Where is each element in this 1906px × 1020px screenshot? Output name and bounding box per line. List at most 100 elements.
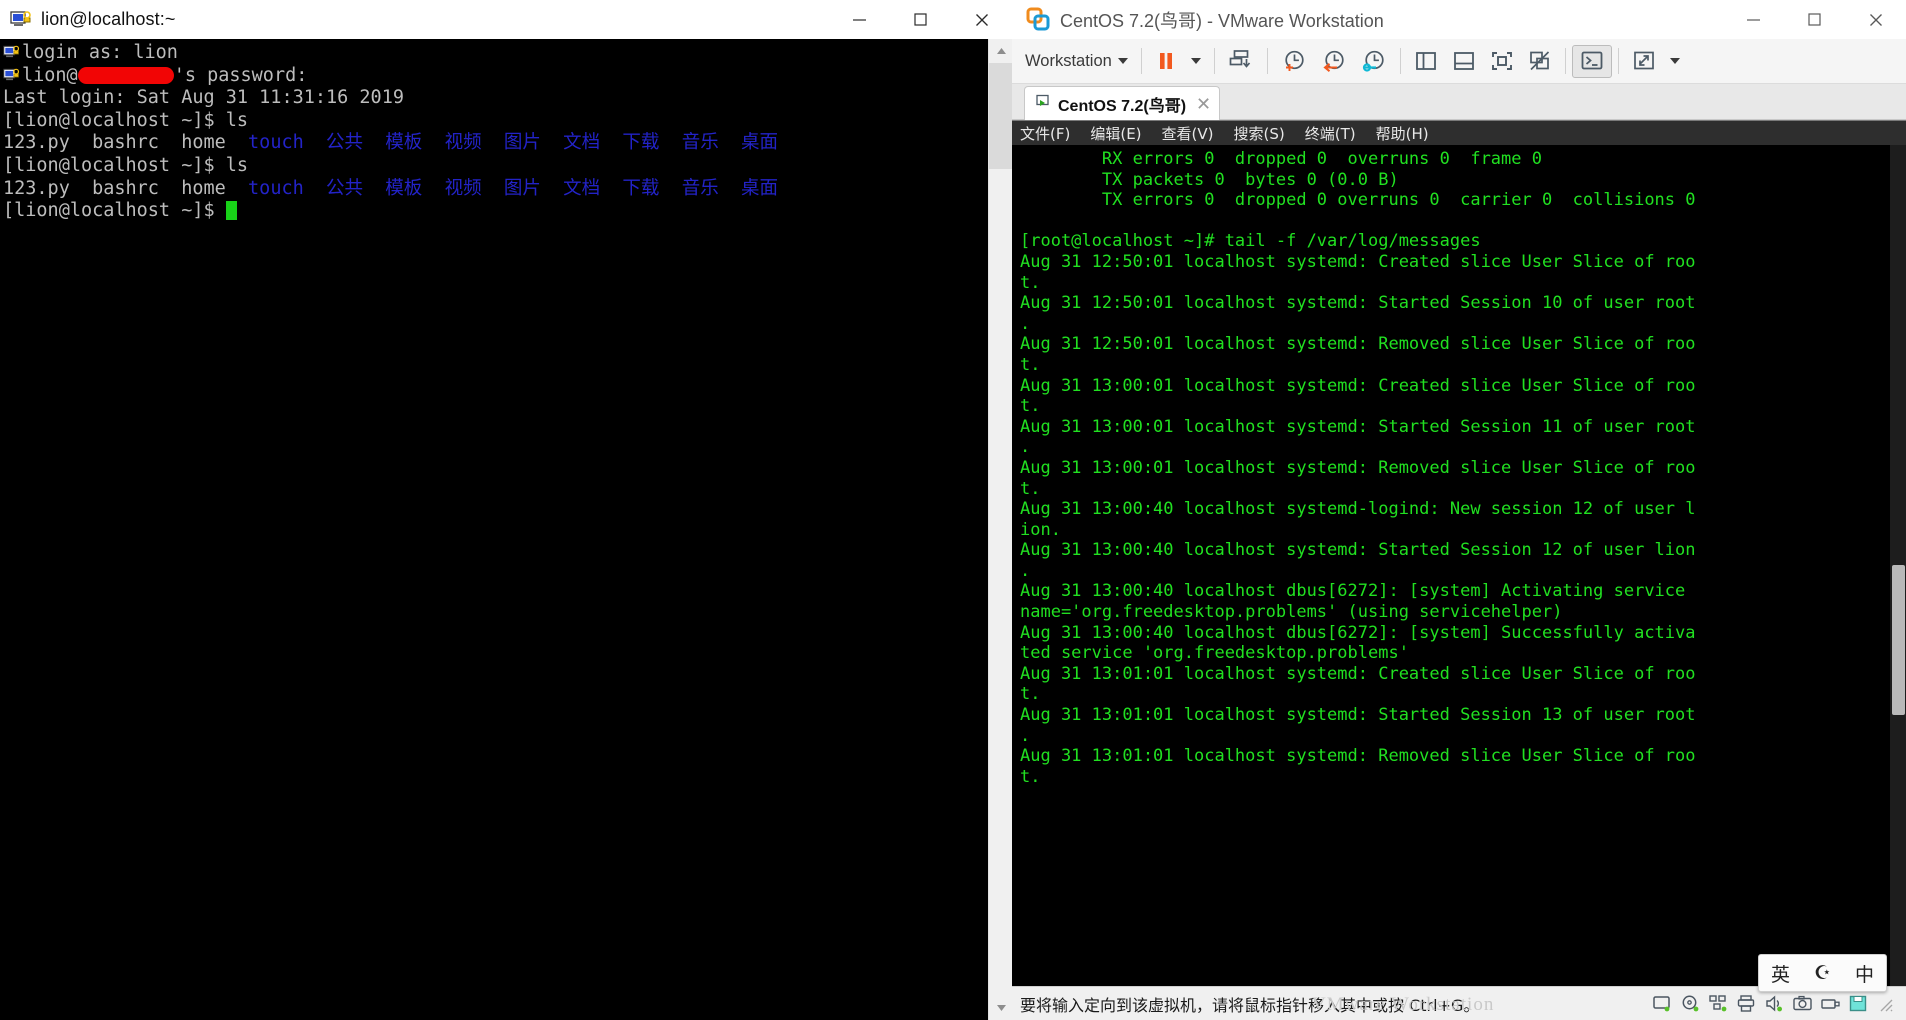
guest-terminal-line: t. bbox=[1020, 396, 1041, 417]
status-hard-disk-icon[interactable] bbox=[1653, 995, 1672, 1012]
tab-centos[interactable]: CentOS 7.2(鸟哥) ✕ bbox=[1024, 86, 1221, 120]
vmware-logo-icon bbox=[1026, 7, 1051, 32]
guest-terminal-scrollbar[interactable] bbox=[1890, 145, 1906, 986]
vmware-minimize-button[interactable] bbox=[1723, 0, 1784, 39]
putty-terminal-line: lion@ 's password: bbox=[3, 65, 988, 88]
show-left-pane-button[interactable] bbox=[1407, 45, 1445, 78]
guest-terminal-line: [root@localhost ~]# tail -f /var/log/mes… bbox=[1020, 231, 1481, 252]
status-printer-icon[interactable] bbox=[1737, 995, 1756, 1012]
unity-mode-button[interactable] bbox=[1521, 45, 1559, 78]
guest-terminal-line: Aug 31 13:01:01 localhost systemd: Creat… bbox=[1020, 663, 1696, 684]
status-cd-dvd-icon[interactable] bbox=[1681, 995, 1700, 1012]
fullscreen-button[interactable] bbox=[1483, 45, 1521, 78]
stretch-dropdown-button[interactable] bbox=[1663, 45, 1687, 78]
tab-close-icon[interactable]: ✕ bbox=[1196, 95, 1211, 113]
guest-terminal-line: . bbox=[1020, 560, 1031, 581]
guest-terminal-line: TX errors 0 dropped 0 overruns 0 carrier… bbox=[1020, 190, 1696, 211]
putty-terminal-line: [lion@localhost ~]$ ls bbox=[3, 155, 988, 178]
guest-menu-terminal[interactable]: 终端(T) bbox=[1305, 123, 1356, 144]
guest-terminal-line: Aug 31 13:01:01 localhost systemd: Start… bbox=[1020, 705, 1696, 726]
terminal-text: [lion@localhost ~]$ ls bbox=[3, 154, 249, 176]
guest-terminal-line: t. bbox=[1020, 478, 1041, 499]
putty-close-button[interactable] bbox=[951, 0, 1012, 39]
putty-window-title: lion@localhost:~ bbox=[41, 9, 176, 29]
putty-ssh-icon bbox=[10, 9, 32, 31]
guest-menu-file[interactable]: 文件(F) bbox=[1020, 123, 1070, 144]
revert-snapshot-button[interactable] bbox=[1314, 45, 1354, 78]
putty-scroll-down-arrow[interactable] bbox=[989, 996, 1013, 1020]
putty-ssh-icon bbox=[3, 44, 20, 61]
guest-terminal-line: name='org.freedesktop.problems' (using s… bbox=[1020, 602, 1563, 623]
send-ctrl-alt-del-button[interactable] bbox=[1221, 45, 1261, 78]
guest-terminal-line bbox=[1020, 211, 1890, 232]
vmware-maximize-button[interactable] bbox=[1784, 0, 1845, 39]
vmware-window-controls bbox=[1723, 0, 1906, 39]
stretch-guest-button[interactable] bbox=[1625, 45, 1663, 78]
ime-shape-icon[interactable]: 中 bbox=[1855, 960, 1874, 987]
guest-terminal-line: . bbox=[1020, 437, 1031, 458]
chevron-down-icon bbox=[1190, 58, 1201, 64]
putty-scroll-thumb[interactable] bbox=[989, 63, 1013, 169]
status-network-icon[interactable] bbox=[1709, 995, 1728, 1012]
terminal-text: [lion@localhost ~]$ bbox=[3, 200, 226, 222]
vmware-status-device-icons bbox=[1653, 995, 1896, 1012]
vmware-toolbar: Workstation bbox=[1012, 39, 1906, 84]
guest-terminal-line: Aug 31 13:01:01 localhost systemd: Remov… bbox=[1020, 746, 1696, 767]
guest-terminal-line: t. bbox=[1020, 354, 1041, 375]
terminal-text: 's password: bbox=[173, 64, 308, 86]
console-view-button[interactable] bbox=[1571, 44, 1612, 78]
pause-vm-button[interactable] bbox=[1148, 45, 1184, 78]
guest-menu-edit[interactable]: 编辑(E) bbox=[1090, 123, 1141, 144]
putty-maximize-button[interactable] bbox=[890, 0, 951, 39]
resize-grip-icon[interactable] bbox=[1877, 996, 1893, 1012]
guest-terminal-line: TX packets 0 bytes 0 (0.0 B) bbox=[1020, 169, 1399, 190]
status-floppy-icon[interactable] bbox=[1849, 995, 1868, 1012]
ime-moon-icon[interactable]: ☪ bbox=[1814, 962, 1831, 984]
fullscreen-icon bbox=[1491, 52, 1512, 70]
ime-language-bar[interactable]: 英 ☪ 中 bbox=[1758, 954, 1887, 992]
putty-scroll-up-arrow[interactable] bbox=[989, 39, 1013, 63]
vm-running-icon bbox=[1035, 93, 1052, 115]
putty-terminal-line: [lion@localhost ~]$ ls bbox=[3, 110, 988, 133]
status-usb-icon[interactable] bbox=[1821, 995, 1840, 1012]
ime-language-toggle[interactable]: 英 bbox=[1771, 960, 1790, 987]
putty-scroll-track[interactable] bbox=[989, 63, 1013, 996]
show-bottom-pane-button[interactable] bbox=[1445, 45, 1483, 78]
workstation-menu-button[interactable]: Workstation bbox=[1018, 45, 1135, 78]
putty-scrollbar[interactable] bbox=[988, 39, 1013, 1020]
snapshot-manage-icon bbox=[1362, 50, 1384, 72]
status-sound-icon[interactable] bbox=[1765, 995, 1784, 1012]
toolbar-divider bbox=[1399, 48, 1401, 74]
chevron-down-icon bbox=[1117, 58, 1128, 64]
terminal-text: 123.py bashrc home bbox=[3, 132, 249, 154]
take-snapshot-button[interactable] bbox=[1274, 45, 1314, 78]
vmware-close-button[interactable] bbox=[1845, 0, 1906, 39]
guest-menu-help[interactable]: 帮助(H) bbox=[1376, 123, 1429, 144]
vm-guest-screen[interactable]: 文件(F) 编辑(E) 查看(V) 搜索(S) 终端(T) 帮助(H) RX errors… bbox=[1012, 120, 1906, 986]
putty-window: lion@localhost:~ login as: lion lion@ 's p… bbox=[0, 0, 1013, 1020]
putty-terminal-line: 123.py bashrc home touch 公共 模板 视频 图片 文档 … bbox=[3, 178, 988, 201]
manage-snapshots-button[interactable] bbox=[1354, 45, 1394, 78]
workstation-menu-label: Workstation bbox=[1025, 51, 1112, 70]
panel-left-icon bbox=[1415, 52, 1436, 70]
pause-dropdown-button[interactable] bbox=[1184, 45, 1208, 78]
putty-terminal-output[interactable]: login as: lion lion@ 's password: Last logi… bbox=[0, 39, 988, 1020]
guest-terminal-scroll-thumb[interactable] bbox=[1892, 565, 1905, 715]
guest-terminal-output[interactable]: RX errors 0 dropped 0 overruns 0 frame 0… bbox=[1020, 145, 1890, 986]
putty-terminal-line: 123.py bashrc home touch 公共 模板 视频 图片 文档 … bbox=[3, 132, 988, 155]
toolbar-divider bbox=[1564, 48, 1566, 74]
guest-menu-view[interactable]: 查看(V) bbox=[1162, 123, 1214, 144]
putty-ssh-icon bbox=[3, 67, 20, 84]
guest-menu-search[interactable]: 搜索(S) bbox=[1234, 123, 1285, 144]
putty-minimize-button[interactable] bbox=[829, 0, 890, 39]
guest-terminal-line: ted service 'org.freedesktop.problems' bbox=[1020, 643, 1409, 664]
vmware-workstation-window: CentOS 7.2(鸟哥) - VMware Workstation Work… bbox=[1012, 0, 1906, 1020]
putty-terminal-line: Last login: Sat Aug 31 11:31:16 2019 bbox=[3, 87, 988, 110]
terminal-text: touch bbox=[248, 177, 304, 199]
terminal-text: lion@ bbox=[22, 64, 78, 86]
putty-window-controls bbox=[829, 0, 1012, 39]
guest-terminal-line: RX errors 0 dropped 0 overruns 0 frame 0 bbox=[1020, 149, 1542, 169]
status-camera-icon[interactable] bbox=[1793, 995, 1812, 1012]
